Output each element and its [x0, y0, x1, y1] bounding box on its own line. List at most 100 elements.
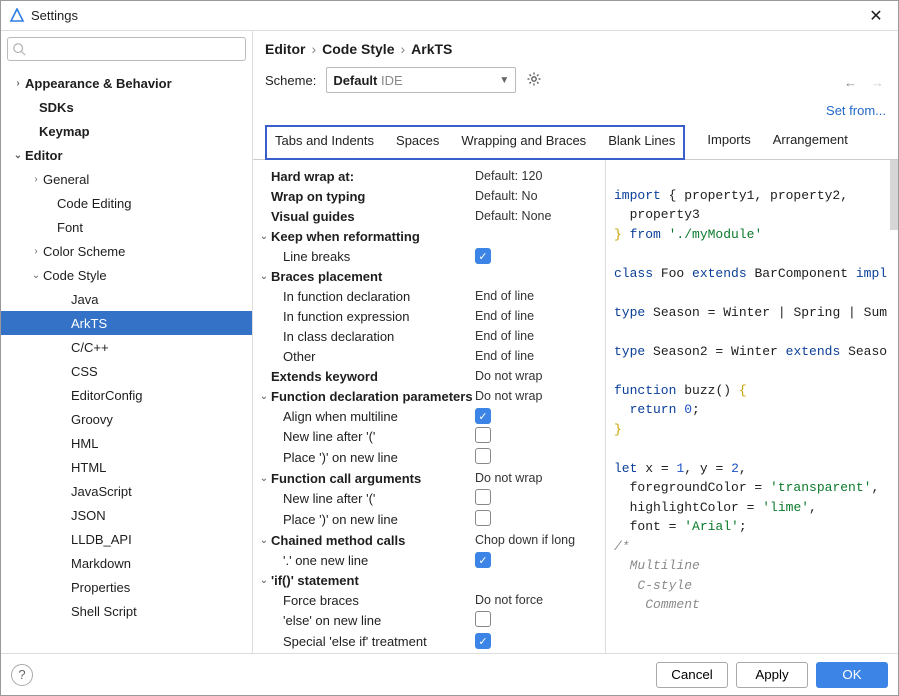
sidebar-item-code-style[interactable]: ⌄Code Style [1, 263, 252, 287]
sidebar-item-color-scheme[interactable]: ›Color Scheme [1, 239, 252, 263]
sidebar-item-label: JavaScript [71, 484, 132, 499]
sidebar-item-json[interactable]: JSON [1, 503, 252, 527]
sidebar-item-hml[interactable]: HML [1, 431, 252, 455]
setting-checkbox-row[interactable]: New line after '(' [257, 426, 605, 447]
search-icon [12, 42, 26, 56]
titlebar: Settings ✕ [1, 1, 898, 31]
sidebar-item-properties[interactable]: Properties [1, 575, 252, 599]
sidebar-item-code-editing[interactable]: Code Editing [1, 191, 252, 215]
setting-section[interactable]: ⌄Function call argumentsDo not wrap [257, 468, 605, 488]
setting-row[interactable]: In function declarationEnd of line [257, 286, 605, 306]
breadcrumb-item[interactable]: Code Style [322, 41, 394, 57]
tab-spaces[interactable]: Spaces [394, 129, 441, 154]
checkbox[interactable]: ✓ [475, 248, 491, 264]
checkbox[interactable] [475, 489, 491, 505]
chevron-down-icon: ⌄ [257, 473, 271, 484]
sidebar-item-font[interactable]: Font [1, 215, 252, 239]
tab-tabs-and-indents[interactable]: Tabs and Indents [273, 129, 376, 154]
setting-label: 'else' on new line [283, 613, 475, 628]
setting-row[interactable]: In function expressionEnd of line [257, 306, 605, 326]
set-from-link[interactable]: Set from... [253, 103, 898, 124]
setting-row[interactable]: OtherEnd of line [257, 346, 605, 366]
breadcrumb-item[interactable]: ArkTS [411, 41, 452, 57]
setting-label: Hard wrap at: [271, 169, 475, 184]
sidebar-item-label: Font [57, 220, 83, 235]
setting-checkbox-row[interactable]: Place ')' on new line [257, 509, 605, 530]
sidebar: ›Appearance & BehaviorSDKsKeymap⌄Editor›… [1, 31, 253, 653]
setting-label: In class declaration [283, 329, 475, 344]
sidebar-item-appearance-behavior[interactable]: ›Appearance & Behavior [1, 71, 252, 95]
nav-forward-icon[interactable]: → [871, 75, 884, 90]
tab-blank-lines[interactable]: Blank Lines [606, 129, 677, 154]
sidebar-item-editor[interactable]: ⌄Editor [1, 143, 252, 167]
chevron-down-icon: ⌄ [257, 271, 271, 282]
gear-icon[interactable] [526, 71, 542, 90]
ok-button[interactable]: OK [816, 662, 888, 688]
setting-row[interactable]: Visual guidesDefault: None [257, 206, 605, 226]
sidebar-item-label: Appearance & Behavior [25, 76, 172, 91]
sidebar-item-shell-script[interactable]: Shell Script [1, 599, 252, 623]
setting-row[interactable]: Force bracesDo not force [257, 590, 605, 610]
sidebar-item-javascript[interactable]: JavaScript [1, 479, 252, 503]
setting-checkbox-row[interactable]: Special 'else if' treatment✓ [257, 631, 605, 651]
setting-checkbox-row[interactable]: '.' one new line✓ [257, 550, 605, 570]
close-icon[interactable]: ✕ [862, 6, 890, 26]
checkbox[interactable] [475, 611, 491, 627]
setting-section[interactable]: ⌄Keep when reformatting [257, 226, 605, 246]
setting-checkbox-row[interactable]: Place ')' on new line [257, 447, 605, 468]
nav-back-icon[interactable]: ← [844, 75, 857, 90]
scrollbar[interactable] [890, 160, 898, 230]
settings-list[interactable]: Hard wrap at:Default: 120Wrap on typingD… [253, 160, 605, 653]
setting-checkbox-row[interactable]: Align when multiline✓ [257, 406, 605, 426]
sidebar-item-groovy[interactable]: Groovy [1, 407, 252, 431]
setting-checkbox-row[interactable]: Line breaks✓ [257, 246, 605, 266]
checkbox[interactable] [475, 427, 491, 443]
dialog-footer: ? Cancel Apply OK [1, 653, 898, 695]
tab-wrapping-and-braces[interactable]: Wrapping and Braces [459, 129, 588, 154]
checkbox[interactable] [475, 510, 491, 526]
sidebar-item-label: Code Style [43, 268, 107, 283]
setting-section[interactable]: ⌄'for()' statementDo not wrap [257, 651, 605, 653]
setting-row[interactable]: In class declarationEnd of line [257, 326, 605, 346]
apply-button[interactable]: Apply [736, 662, 808, 688]
setting-row[interactable]: Extends keywordDo not wrap [257, 366, 605, 386]
checkbox[interactable]: ✓ [475, 408, 491, 424]
setting-value: Do not force [475, 593, 605, 607]
setting-value: End of line [475, 329, 605, 343]
sidebar-item-lldb-api[interactable]: LLDB_API [1, 527, 252, 551]
sidebar-item-label: Java [71, 292, 98, 307]
setting-section[interactable]: ⌄'if()' statement [257, 570, 605, 590]
sidebar-item-keymap[interactable]: Keymap [1, 119, 252, 143]
setting-label: Braces placement [271, 269, 605, 284]
sidebar-item-java[interactable]: Java [1, 287, 252, 311]
tab-imports[interactable]: Imports [705, 128, 752, 153]
setting-section[interactable]: ⌄Chained method callsChop down if long [257, 530, 605, 550]
sidebar-item-editorconfig[interactable]: EditorConfig [1, 383, 252, 407]
scheme-dropdown[interactable]: Default IDE ▼ [326, 67, 516, 93]
sidebar-item-general[interactable]: ›General [1, 167, 252, 191]
sidebar-item-html[interactable]: HTML [1, 455, 252, 479]
checkbox[interactable] [475, 448, 491, 464]
setting-section[interactable]: ⌄Braces placement [257, 266, 605, 286]
setting-checkbox-row[interactable]: New line after '(' [257, 488, 605, 509]
search-input[interactable] [7, 37, 246, 61]
checkbox[interactable]: ✓ [475, 633, 491, 649]
sidebar-item-c-c-[interactable]: C/C++ [1, 335, 252, 359]
chevron-right-icon: › [29, 174, 43, 185]
sidebar-item-label: C/C++ [71, 340, 109, 355]
help-icon[interactable]: ? [11, 664, 33, 686]
chevron-down-icon: ⌄ [29, 270, 43, 281]
breadcrumb-item[interactable]: Editor [265, 41, 305, 57]
checkbox[interactable]: ✓ [475, 552, 491, 568]
sidebar-item-arkts[interactable]: ArkTS [1, 311, 252, 335]
setting-label: Extends keyword [271, 369, 475, 384]
setting-row[interactable]: Hard wrap at:Default: 120 [257, 166, 605, 186]
setting-section[interactable]: ⌄Function declaration parametersDo not w… [257, 386, 605, 406]
cancel-button[interactable]: Cancel [656, 662, 728, 688]
sidebar-item-css[interactable]: CSS [1, 359, 252, 383]
setting-row[interactable]: Wrap on typingDefault: No [257, 186, 605, 206]
sidebar-item-sdks[interactable]: SDKs [1, 95, 252, 119]
sidebar-item-markdown[interactable]: Markdown [1, 551, 252, 575]
tab-arrangement[interactable]: Arrangement [771, 128, 850, 153]
setting-checkbox-row[interactable]: 'else' on new line [257, 610, 605, 631]
